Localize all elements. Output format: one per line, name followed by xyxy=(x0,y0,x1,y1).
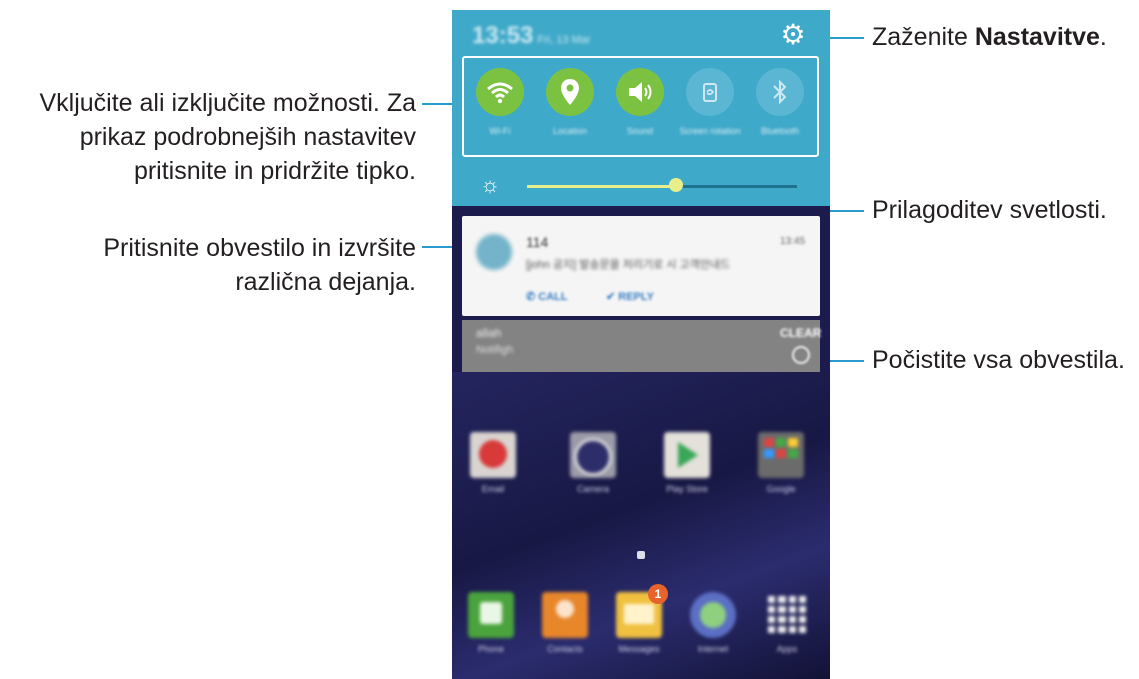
callout-settings-bold: Nastavitve xyxy=(974,23,1100,51)
callout-brightness: Prilagoditev svetlosti. xyxy=(872,196,1107,224)
play-store-app-label: Play Store xyxy=(666,484,708,494)
notification-text: [john 공지] 발송문을 처리기로 시 고객안내드 xyxy=(526,259,731,271)
toggle-sound-label: Sound xyxy=(626,126,654,136)
contacts-app-label: Contacts xyxy=(547,644,583,654)
toggle-sound[interactable] xyxy=(616,68,664,116)
callout-notification: Pritisnite obvestilo in izvršite različn… xyxy=(60,231,416,299)
callout-notification-line1: Pritisnite obvestilo in izvršite xyxy=(103,234,416,262)
notification-title: 114 xyxy=(526,234,549,250)
google-folder-icon[interactable] xyxy=(758,432,804,478)
email-app-icon[interactable] xyxy=(470,432,516,478)
brightness-track-empty xyxy=(677,185,797,188)
settings-gear-icon[interactable]: ⚙ xyxy=(778,20,808,50)
camera-app-label: Camera xyxy=(576,484,609,494)
google-folder-label: Google xyxy=(766,484,796,494)
contacts-app-icon[interactable] xyxy=(542,592,588,638)
brightness-icon: ☼ xyxy=(480,172,501,197)
callout-toggles-line1: Vključite ali izključite možnosti. Za xyxy=(39,89,416,117)
screen-rotation-icon xyxy=(703,83,717,102)
apps-grid-label: Apps xyxy=(776,644,798,654)
play-store-app-icon[interactable] xyxy=(664,432,710,478)
callout-clear: Počistite vsa obvestila. xyxy=(872,346,1125,374)
toggle-location[interactable] xyxy=(546,68,594,116)
internet-app-label: Internet xyxy=(697,644,729,654)
speaker-icon xyxy=(629,82,652,102)
notification-call-label: CALL xyxy=(538,291,568,303)
home-page-indicator xyxy=(637,551,645,559)
wifi-icon xyxy=(487,82,513,104)
camera-app-icon[interactable] xyxy=(570,432,616,478)
toggle-wifi[interactable] xyxy=(476,68,524,116)
callout-toggles-line3: pritisnite in pridržite tipko. xyxy=(133,157,416,185)
internet-app-icon[interactable] xyxy=(690,592,736,638)
callout-toggles: Vključite ali izključite možnosti. Za pr… xyxy=(6,86,416,188)
bar2-line1: allah xyxy=(476,326,502,340)
phone-screen: 13:53 Fri, 13 Mar ⚙ Wi-Fi Location Sound… xyxy=(452,10,830,679)
callout-settings-suffix: . xyxy=(1099,23,1107,51)
email-app-label: Email xyxy=(481,484,505,494)
notification-bar-secondary[interactable]: allah Notifigh CLEAR xyxy=(462,320,821,372)
status-time: 13:53 xyxy=(472,22,534,49)
bluetooth-icon xyxy=(773,79,787,105)
phone-app-icon[interactable] xyxy=(468,592,514,638)
bar2-line2: Notifigh xyxy=(476,344,514,356)
brightness-track-filled xyxy=(527,185,677,188)
notification-time: 13:45 xyxy=(780,236,806,247)
toggle-bluetooth[interactable] xyxy=(756,68,804,116)
notification-call-button[interactable]: ✆ CALL xyxy=(526,290,568,303)
clear-button[interactable]: CLEAR xyxy=(780,326,821,340)
toggle-location-label: Location xyxy=(552,126,588,136)
callout-settings: Zaženite Nastavitve. xyxy=(872,20,1107,54)
brightness-slider-knob[interactable] xyxy=(669,178,683,192)
notification-avatar xyxy=(476,234,512,270)
notification-reply-label: REPLY xyxy=(618,291,654,303)
apps-grid-icon[interactable] xyxy=(764,592,810,638)
status-bar: 13:53 Fri, 13 Mar xyxy=(472,22,591,50)
toggle-bluetooth-label: Bluetooth xyxy=(760,126,800,136)
notification-card[interactable]: 114 13:45 [john 공지] 발송문을 처리기로 시 고객안내드 ✆ … xyxy=(462,216,820,316)
location-pin-icon xyxy=(561,79,579,105)
phone-app-label: Phone xyxy=(477,644,505,654)
toggle-screen-rotation[interactable] xyxy=(686,68,734,116)
bar2-status-icon xyxy=(792,346,810,364)
status-date: Fri, 13 Mar xyxy=(537,34,591,46)
callout-notification-line2: različna dejanja. xyxy=(235,268,416,296)
quick-toggles: Wi-Fi Location Sound Screen rotation Blu… xyxy=(462,56,819,157)
toggle-screen-rotation-label: Screen rotation xyxy=(679,126,741,136)
callout-settings-prefix: Zaženite xyxy=(872,23,975,51)
notification-reply-button[interactable]: ✔ REPLY xyxy=(606,290,654,303)
messages-app-label: Messages xyxy=(618,644,660,654)
messages-badge: 1 xyxy=(648,584,668,604)
toggle-wifi-label: Wi-Fi xyxy=(489,126,511,136)
callout-toggles-line2: prikaz podrobnejših nastavitev xyxy=(79,123,416,151)
